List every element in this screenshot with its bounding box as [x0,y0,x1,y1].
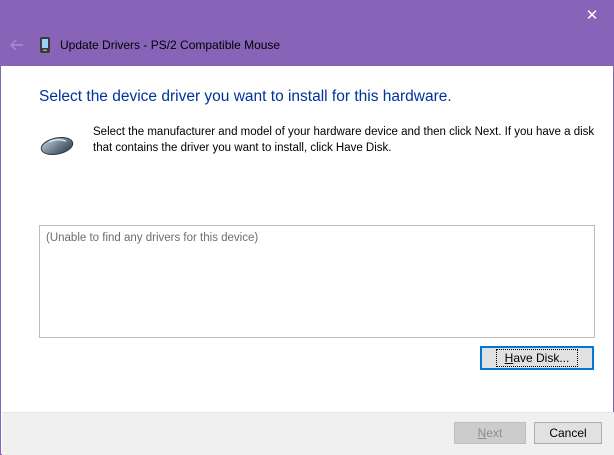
close-button[interactable]: ✕ [569,0,614,30]
next-text: ext [486,426,503,440]
back-arrow-icon [10,39,23,51]
page-heading: Select the device driver you want to ins… [39,88,452,105]
driver-list[interactable]: (Unable to find any drivers for this dev… [39,225,595,338]
next-accesskey: N [477,426,487,440]
have-disk-button[interactable]: Have Disk... [480,346,594,370]
have-disk-label: Have Disk... [495,349,579,367]
driver-list-empty-message: (Unable to find any drivers for this dev… [46,232,259,244]
instructions-text: Select the manufacturer and model of you… [93,126,595,154]
back-button[interactable] [7,36,27,54]
update-drivers-window: ✕ Update Drivers - PS/2 Compatible Mouse… [0,0,614,455]
have-disk-text: ave Disk... [513,351,570,365]
mouse-icon [40,136,74,156]
title-bar: ✕ Update Drivers - PS/2 Compatible Mouse [1,0,614,66]
close-icon: ✕ [585,6,599,24]
cancel-label: Cancel [549,426,587,440]
device-icon [40,37,50,53]
window-title: Update Drivers - PS/2 Compatible Mouse [60,38,281,52]
next-button[interactable]: Next [454,422,526,444]
cancel-button[interactable]: Cancel [534,422,602,444]
